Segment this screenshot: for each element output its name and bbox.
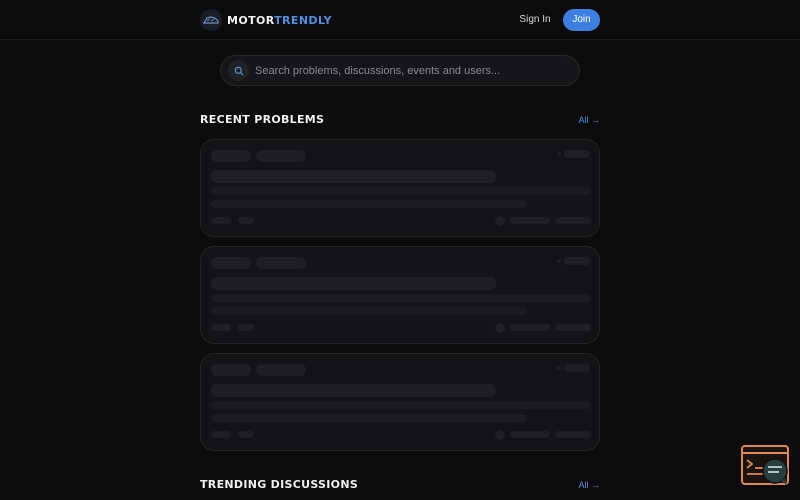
skeleton-line <box>211 294 591 302</box>
recent-problems-all-link[interactable]: All → <box>560 115 600 125</box>
skeleton-stat <box>211 431 231 438</box>
skeleton-avatar <box>495 430 505 440</box>
skeleton-line <box>211 414 527 422</box>
brand-name: MOTORTRENDLY <box>227 14 332 27</box>
skeleton-title <box>211 277 496 290</box>
sign-in-button[interactable]: Sign In <box>512 9 558 31</box>
skeleton-line <box>211 401 591 409</box>
search-bar[interactable] <box>220 55 580 86</box>
join-button[interactable]: Join <box>563 9 600 31</box>
skeleton-author <box>510 324 550 331</box>
brand-logo[interactable]: MOTORTRENDLY <box>200 9 332 31</box>
problem-card-skeleton[interactable] <box>200 139 600 237</box>
skeleton-stat <box>238 217 254 224</box>
trending-discussions-title: TRENDING DISCUSSIONS <box>200 478 359 491</box>
brand-name-part2: TRENDLY <box>274 13 333 27</box>
skeleton-meta <box>564 257 590 265</box>
skeleton-line <box>211 307 527 315</box>
trending-discussions-all-link[interactable]: All → <box>560 480 600 490</box>
problem-card-skeleton[interactable] <box>200 353 600 451</box>
skeleton-avatar <box>495 216 505 226</box>
car-logo-icon <box>200 9 222 31</box>
skeleton-stat <box>238 324 254 331</box>
skeleton-stat <box>238 431 254 438</box>
search-input[interactable] <box>255 60 565 81</box>
skeleton-meta <box>564 364 590 372</box>
skeleton-stat <box>211 324 231 331</box>
skeleton-dot <box>557 366 561 370</box>
search-icon <box>228 60 249 81</box>
brand-name-part1: MOTOR <box>227 13 275 27</box>
skeleton-date <box>555 431 591 438</box>
skeleton-title <box>211 384 496 397</box>
skeleton-author <box>510 217 550 224</box>
skeleton-meta <box>564 150 590 158</box>
code-chat-icon[interactable] <box>741 445 791 487</box>
skeleton-tag <box>256 150 306 162</box>
skeleton-title <box>211 170 496 183</box>
skeleton-line <box>211 200 527 208</box>
skeleton-tag <box>211 257 251 269</box>
skeleton-line <box>211 187 591 195</box>
skeleton-stat <box>211 217 231 224</box>
skeleton-date <box>555 217 591 224</box>
skeleton-tag <box>256 364 306 376</box>
skeleton-author <box>510 431 550 438</box>
skeleton-dot <box>557 152 561 156</box>
top-navigation-bar: MOTORTRENDLY Sign In Join <box>0 0 800 40</box>
skeleton-tag <box>256 257 306 269</box>
skeleton-date <box>555 324 591 331</box>
skeleton-dot <box>557 259 561 263</box>
recent-problems-title: RECENT PROBLEMS <box>200 113 325 126</box>
problem-card-skeleton[interactable] <box>200 246 600 344</box>
skeleton-tag <box>211 150 251 162</box>
skeleton-tag <box>211 364 251 376</box>
skeleton-avatar <box>495 323 505 333</box>
